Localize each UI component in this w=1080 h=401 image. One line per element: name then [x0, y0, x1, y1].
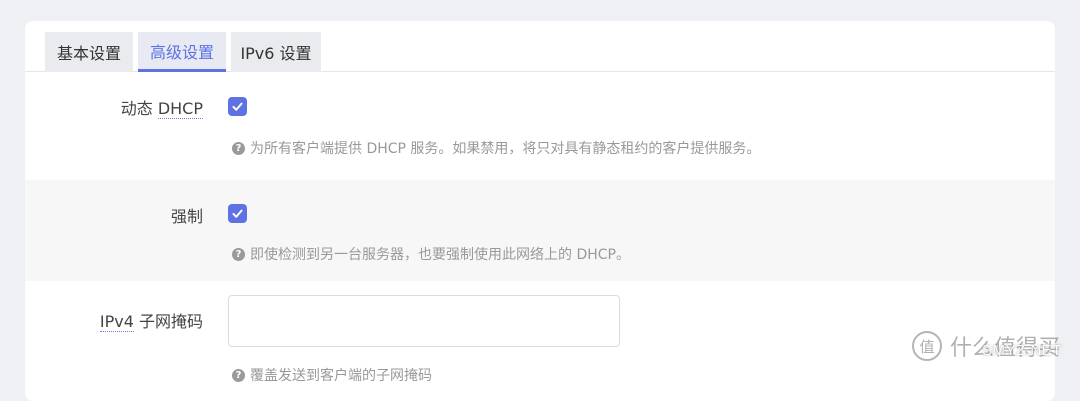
check-icon [232, 102, 243, 111]
dynamic-dhcp-label: 动态 DHCP [121, 95, 203, 119]
ipv4-netmask-row: IPv4 子网掩码 ? 覆盖发送到客户端的子网掩码 [25, 281, 1055, 401]
force-row: 强制 ? 即使检测到另一台服务器，也要强制使用此网络上的 DHCP。 [25, 180, 1055, 281]
dynamic-dhcp-checkbox[interactable] [228, 97, 247, 116]
dynamic-dhcp-help: ? 为所有客户端提供 DHCP 服务。如果禁用，将只对具有静态租约的客户提供服务… [232, 138, 760, 158]
force-help-text: 即使检测到另一台服务器，也要强制使用此网络上的 DHCP。 [250, 247, 630, 263]
force-help: ? 即使检测到另一台服务器，也要强制使用此网络上的 DHCP。 [232, 244, 630, 264]
dynamic-dhcp-label-prefix: 动态 [120, 99, 158, 118]
watermark-site: SMYZ.NET [982, 342, 1062, 359]
question-circle-icon: ? [232, 247, 245, 261]
force-label: 强制 [170, 207, 203, 226]
dhcp-abbr: DHCP [157, 99, 203, 119]
tab-bar: 基本设置 高级设置 IPv6 设置 [25, 21, 1055, 72]
tab-ipv6-settings[interactable]: IPv6 设置 [231, 32, 321, 72]
check-icon [232, 209, 243, 218]
question-circle-icon: ? [232, 368, 245, 382]
ipv4-netmask-help-text: 覆盖发送到客户端的子网掩码 [250, 368, 432, 384]
tab-advanced-settings[interactable]: 高级设置 [138, 32, 226, 72]
question-circle-icon: ? [232, 141, 245, 155]
ipv4-netmask-label: IPv4 子网掩码 [99, 308, 203, 332]
settings-card: 基本设置 高级设置 IPv6 设置 动态 DHCP ? 为所有客户端提供 DHC… [25, 21, 1055, 401]
ipv4-netmask-input[interactable] [228, 295, 620, 347]
tab-basic-settings[interactable]: 基本设置 [45, 32, 133, 72]
watermark-logo-icon: 值 [912, 331, 942, 361]
dynamic-dhcp-help-text: 为所有客户端提供 DHCP 服务。如果禁用，将只对具有静态租约的客户提供服务。 [250, 141, 761, 157]
force-checkbox[interactable] [228, 204, 247, 223]
ipv4-netmask-label-suffix: 子网掩码 [133, 312, 203, 331]
dynamic-dhcp-row: 动态 DHCP ? 为所有客户端提供 DHCP 服务。如果禁用，将只对具有静态租… [25, 72, 1055, 180]
ipv4-netmask-help: ? 覆盖发送到客户端的子网掩码 [232, 365, 432, 385]
ipv4-abbr: IPv4 [99, 312, 134, 332]
